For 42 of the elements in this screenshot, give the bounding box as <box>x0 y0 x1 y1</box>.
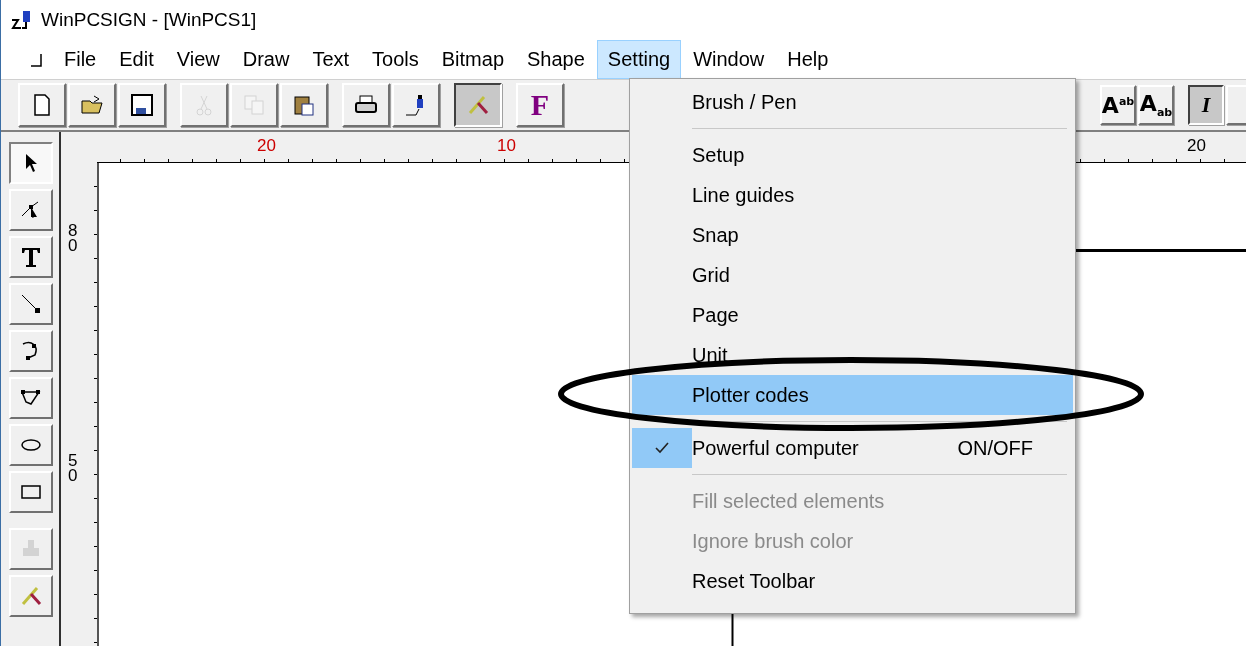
ruler-label: 80 <box>68 223 79 254</box>
menu-item[interactable]: Bitmap <box>430 40 515 79</box>
clipboard-icon <box>292 93 316 117</box>
menu-option[interactable]: Snap <box>632 215 1073 255</box>
toolbar-button[interactable]: A$_{ab}$ <box>1138 85 1174 125</box>
window-title: WinPCSIGN - [WinPCS1] <box>41 9 257 31</box>
menu-option[interactable]: Reset Toolbar <box>632 561 1073 601</box>
menu-item[interactable]: Edit <box>108 40 165 79</box>
line-tool-icon <box>19 292 43 316</box>
menu-option[interactable]: Line guides <box>632 175 1073 215</box>
menu-option[interactable]: Setup <box>632 135 1073 175</box>
ruler-label: 20 <box>257 136 276 156</box>
menu-item[interactable]: Shape <box>516 40 596 79</box>
menu-item[interactable]: Draw <box>231 40 301 79</box>
menu-option[interactable]: Brush / Pen <box>632 82 1073 122</box>
menu-item[interactable]: File <box>53 40 108 79</box>
toolbar-button[interactable]: A$^{ab}$ <box>1100 85 1136 125</box>
menu-option[interactable]: Unit <box>632 335 1073 375</box>
tool-button[interactable] <box>9 142 53 184</box>
menu-option[interactable]: Powerful computer ON/OFF <box>632 428 1073 468</box>
folder-icon <box>80 93 104 117</box>
toolbar-button[interactable]: I <box>1188 85 1224 125</box>
system-menu-icon[interactable] <box>29 51 45 68</box>
toolbar-button[interactable] <box>454 83 502 127</box>
menu-option[interactable]: Plotter codes <box>632 375 1073 415</box>
toolbar-button[interactable]: F <box>516 83 564 127</box>
checkmark-icon <box>654 440 670 456</box>
ruler-label: 20 <box>1187 136 1206 156</box>
text-tool-icon <box>19 245 43 269</box>
knife-icon <box>466 93 490 117</box>
menu-item[interactable]: Tools <box>361 40 430 79</box>
copy-icon <box>242 93 266 117</box>
ruler-label: 50 <box>68 453 79 484</box>
menu-item[interactable]: Help <box>776 40 840 79</box>
menu-item[interactable]: Text <box>301 40 361 79</box>
knife-icon <box>19 584 43 608</box>
menu-item[interactable]: Setting <box>596 40 682 79</box>
menu-item[interactable]: View <box>165 40 231 79</box>
ruler-label: 10 <box>497 136 516 156</box>
menu-option[interactable]: Grid <box>632 255 1073 295</box>
menu-item[interactable]: Window <box>682 40 776 79</box>
menu-option[interactable]: Page <box>632 295 1073 335</box>
